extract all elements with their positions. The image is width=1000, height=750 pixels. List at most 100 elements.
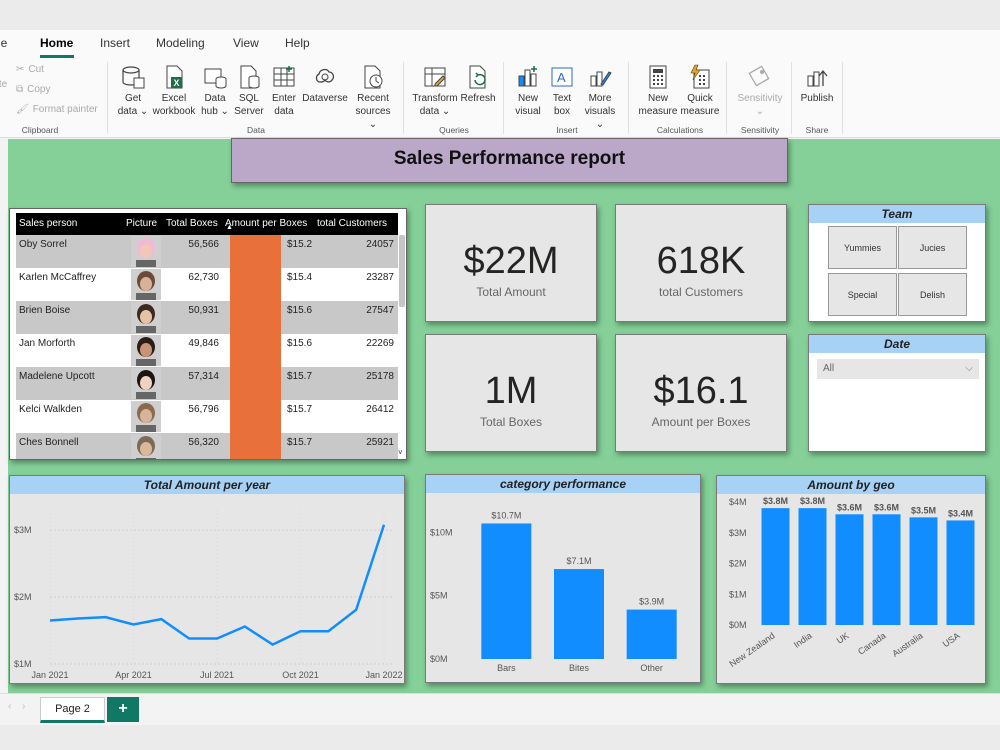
col-total-customers[interactable]: total Customers (317, 218, 387, 229)
table-row[interactable]: Oby Sorrel 56,566 $15.2 24057 (16, 235, 398, 268)
bar (946, 520, 975, 625)
cell-sales-person: Ches Bonnell (19, 437, 79, 448)
format-painter-button[interactable]: 🖌 Format painter (16, 104, 98, 115)
excel-workbook-button[interactable]: X Excel workbook (150, 64, 198, 118)
publish-icon (807, 69, 828, 87)
table-row[interactable]: Karlen McCaffrey 62,730 $15.4 23287 (16, 268, 398, 301)
new-measure-label-2: measure (638, 106, 678, 117)
tab-modeling[interactable]: Modeling (156, 36, 205, 50)
date-dropdown[interactable]: All ⌵ (817, 359, 979, 379)
data-hub-button[interactable]: Data hub ⌄ (199, 64, 231, 118)
sensitivity-button[interactable]: Sensitivity ⌄ (734, 64, 786, 118)
cut-button[interactable]: ✂ Cut (16, 64, 44, 75)
kpi-value: $22M (463, 240, 559, 282)
table-scrollbar[interactable]: ˅ (398, 231, 406, 456)
sensitivity-label: Sensitivity (737, 93, 783, 104)
data-label: $7.1M (566, 556, 591, 566)
team-option-delish[interactable]: Delish (898, 273, 967, 316)
y-tick-label: $2M (14, 592, 32, 602)
bar (835, 514, 864, 625)
table-row[interactable]: Brien Boise 50,931 $15.6 27547 (16, 301, 398, 334)
add-page-button[interactable]: + (107, 697, 139, 722)
recent-sources-button[interactable]: Recent sources ⌄ (350, 64, 396, 131)
table-row[interactable]: Jan Morforth 49,846 $15.6 22269 (16, 334, 398, 367)
new-measure-button[interactable]: New measure (638, 64, 678, 118)
sql-server-button[interactable]: SQL Server (233, 64, 265, 118)
publish-button[interactable]: Publish (798, 64, 836, 105)
y-tick-label: $10M (430, 527, 453, 537)
avatar (131, 236, 161, 267)
avatar (131, 302, 161, 333)
bar (909, 517, 938, 625)
y-tick-label: $2M (729, 559, 747, 569)
y-tick-label: $0M (729, 620, 747, 630)
x-tick-label: Apr 2021 (115, 670, 152, 680)
x-tick-label: Australia (890, 630, 924, 658)
recent-sources-label-2: sources ⌄ (355, 106, 391, 130)
dataverse-button[interactable]: Dataverse (301, 64, 349, 105)
x-tick-label: Canada (856, 630, 888, 656)
copy-button[interactable]: ⧉ Copy (16, 84, 51, 95)
kpi-label: Total Amount (476, 285, 546, 299)
enter-data-label: Enter (272, 93, 296, 104)
tab-file[interactable]: le (0, 36, 7, 50)
clipboard-group-label: Clipboard (21, 125, 59, 135)
enter-data-button[interactable]: Enter data (268, 64, 300, 118)
data-label: $3.5M (911, 505, 936, 515)
data-label: $10.7M (491, 510, 521, 520)
quick-measure-button[interactable]: Quick measure (680, 64, 720, 118)
chevron-down-icon: ⌵ (965, 363, 973, 374)
cell-sales-person: Karlen McCaffrey (19, 272, 97, 283)
sort-arrow-icon[interactable]: ▲ (226, 224, 233, 231)
table-row[interactable]: Kelci Walkden 56,796 $15.7 26412 (16, 400, 398, 433)
data-label: $3.6M (837, 502, 862, 512)
table-row[interactable]: Ches Bonnell 56,320 $15.7 25921 (16, 433, 398, 459)
new-visual-button[interactable]: New visual (511, 64, 545, 118)
team-option-special[interactable]: Special (828, 273, 897, 316)
category-bar-chart: $0M $5M $10M $10.7M Bars $7.1M Bites $3.9M Other (430, 510, 677, 673)
cell-total-boxes: 56,796 (188, 404, 219, 415)
queries-group-label: Queries (439, 125, 469, 135)
bar (872, 514, 901, 625)
text-box-icon: A (551, 67, 573, 87)
bar (481, 523, 532, 659)
col-picture[interactable]: Picture (126, 218, 157, 229)
col-total-boxes[interactable]: Total Boxes (166, 218, 218, 229)
refresh-button[interactable]: Refresh (460, 64, 496, 105)
calculations-group-label: Calculations (656, 125, 704, 135)
excel-label-2: workbook (152, 106, 196, 117)
x-tick-label: UK (835, 630, 851, 645)
ribbon: te ✂ Cut ⧉ Copy 🖌 Format painter Clipboard … (0, 58, 1000, 138)
insert-group-label: Insert (556, 125, 578, 135)
tab-view[interactable]: View (233, 36, 259, 50)
team-option-yummies[interactable]: Yummies (828, 226, 897, 269)
data-label: $3.9M (639, 597, 664, 607)
tab-home[interactable]: Home (40, 36, 73, 50)
data-bar (230, 334, 281, 367)
table-header: Sales person Picture Total Boxes Amount … (16, 213, 398, 235)
recent-sources-icon (364, 65, 383, 89)
col-amount-per-boxes[interactable]: Amount per Boxes (225, 218, 307, 229)
database-icon (122, 66, 145, 89)
cell-total-customers: 25921 (366, 437, 394, 448)
table-row[interactable]: Madelene Upcott 57,314 $15.7 25178 (16, 367, 398, 400)
more-visuals-button[interactable]: More visuals ⌄ (580, 64, 620, 131)
tab-help[interactable]: Help (285, 36, 310, 50)
col-sales-person[interactable]: Sales person (19, 218, 77, 229)
tab-insert[interactable]: Insert (100, 36, 130, 50)
text-box-button[interactable]: A Text box (546, 64, 578, 118)
data-group-label: Data (247, 125, 265, 135)
separator (726, 62, 727, 134)
cut-label: Cut (28, 64, 44, 75)
paste-button[interactable]: te (0, 78, 10, 91)
prev-page-icon[interactable]: ‹ (8, 701, 11, 712)
next-page-icon[interactable]: › (22, 701, 25, 712)
quick-measure-icon (690, 64, 710, 89)
page-tab-page-2[interactable]: Page 2 (40, 697, 105, 723)
data-label: $3.4M (948, 508, 973, 518)
team-slicer: Team Yummies Jucies Special Delish (808, 204, 986, 322)
get-data-button[interactable]: Get data ⌄ (115, 64, 151, 118)
team-option-jucies[interactable]: Jucies (898, 226, 967, 269)
bar (798, 508, 827, 625)
transform-data-button[interactable]: Transform data ⌄ (411, 64, 459, 118)
